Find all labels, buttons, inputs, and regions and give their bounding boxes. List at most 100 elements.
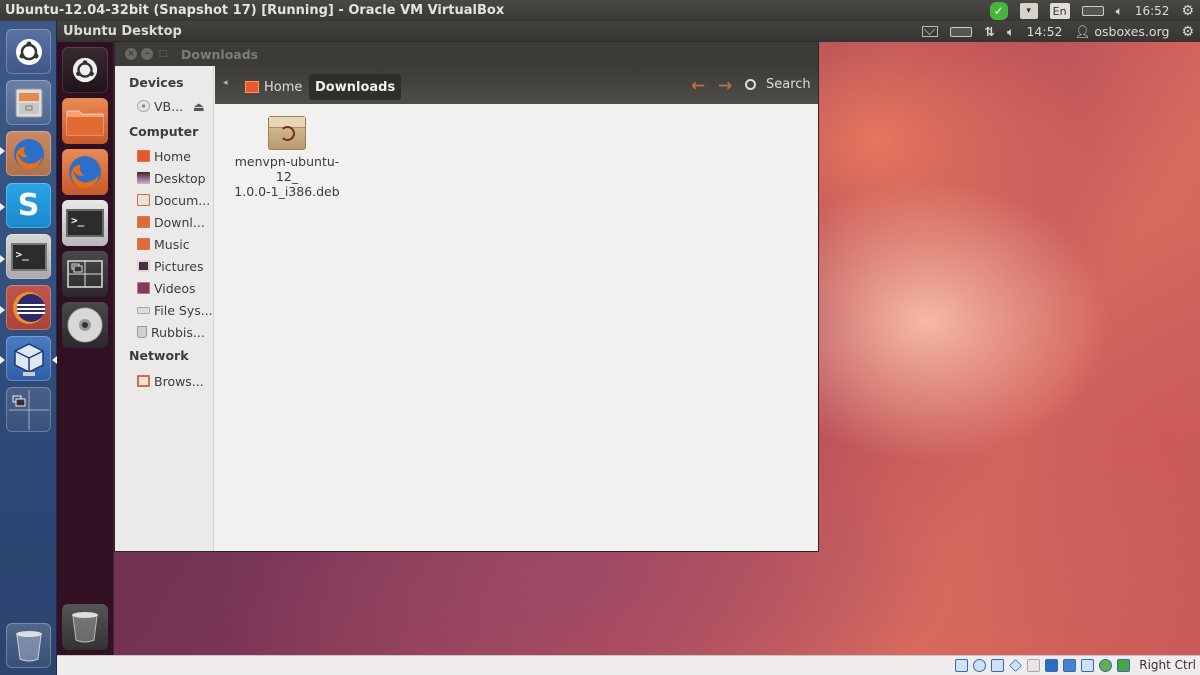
close-button[interactable]: × <box>125 48 137 60</box>
home-folder-icon <box>245 81 259 93</box>
file-item[interactable]: menvpn-ubuntu-12_ 1.0.0-1_i386.deb <box>227 116 347 199</box>
language-indicator[interactable]: En <box>1049 3 1070 19</box>
sidebar-item-browse-network[interactable]: Brows... <box>137 371 213 391</box>
home-folder-icon <box>137 150 150 162</box>
mail-icon[interactable] <box>922 24 939 40</box>
guest-clock[interactable]: 14:52 <box>1026 24 1062 40</box>
places-sidebar: Devices VB... ⏏ Computer Home Desktop Do… <box>115 66 214 551</box>
sidebar-item-label: Desktop <box>154 170 206 186</box>
search-label: Search <box>766 77 811 92</box>
sidebar-item-vbox-cd[interactable]: VB... ⏏ <box>137 96 213 116</box>
sidebar-item-documents[interactable]: Docum... <box>137 190 213 210</box>
sidebar-item-downloads[interactable]: Downl... <box>137 212 213 232</box>
mouse-integration-icon[interactable] <box>1099 658 1113 672</box>
keyboard-indicator-icon[interactable]: ▾ <box>1019 3 1038 19</box>
guest-launcher-workspace-switcher[interactable] <box>62 251 108 297</box>
keyboard-capture-icon[interactable] <box>1117 658 1131 672</box>
maximize-button[interactable]: □ <box>157 48 169 60</box>
host-launcher-trash[interactable] <box>6 623 51 668</box>
search-icon <box>745 79 756 90</box>
ubuntu-logo-icon <box>15 38 42 65</box>
host-launcher-file-manager[interactable] <box>6 80 51 125</box>
volume-icon[interactable]: 🔈︎ <box>1007 24 1015 40</box>
network-icon[interactable] <box>991 658 1005 672</box>
guest-launcher-firefox[interactable] <box>62 149 108 195</box>
guest-top-panel: Ubuntu Desktop ⇅ 🔈︎ 14:52 👤︎ osboxes.org … <box>57 21 1200 42</box>
guest-launcher-cd[interactable] <box>62 302 108 348</box>
sidebar-item-home[interactable]: Home <box>137 146 213 166</box>
documents-folder-icon <box>137 194 150 206</box>
host-window-title: Ubuntu-12.04-32bit (Snapshot 17) [Runnin… <box>5 3 505 18</box>
file-view[interactable]: menvpn-ubuntu-12_ 1.0.0-1_i386.deb <box>215 104 818 551</box>
breadcrumb-downloads[interactable]: Downloads <box>309 74 402 100</box>
guest-launcher-dash-home[interactable] <box>62 47 108 93</box>
terminal-icon: >_ <box>10 242 47 271</box>
sidebar-item-label: File Sys... <box>154 302 213 318</box>
usb-icon[interactable] <box>1009 658 1023 672</box>
minimize-button[interactable]: – <box>141 48 153 60</box>
host-launcher-workspace-switcher[interactable] <box>6 387 51 432</box>
network-updown-icon[interactable]: ⇅ <box>984 24 994 40</box>
sidebar-item-rubbish-bin[interactable]: Rubbis... <box>137 322 213 342</box>
host-launcher-dash-home[interactable] <box>6 29 51 74</box>
sidebar-item-music[interactable]: Music <box>137 234 213 254</box>
skype-online-icon[interactable]: ✓ <box>989 2 1008 20</box>
running-indicator <box>0 306 5 314</box>
breadcrumb-scroll-left[interactable]: ◂ <box>223 78 228 88</box>
cd-icon <box>137 100 150 112</box>
virtualbox-icon <box>13 342 44 376</box>
battery-icon[interactable] <box>1081 6 1104 16</box>
sidebar-item-pictures[interactable]: Pictures <box>137 256 213 276</box>
forward-button[interactable]: → <box>718 76 732 96</box>
host-launcher-firefox[interactable] <box>6 131 51 176</box>
vm-display[interactable]: Ubuntu Desktop ⇅ 🔈︎ 14:52 👤︎ osboxes.org … <box>57 21 1200 655</box>
cpu-icon[interactable] <box>1081 658 1095 672</box>
guest-launcher-files[interactable] <box>62 98 108 144</box>
host-launcher-eclipse[interactable] <box>6 285 51 330</box>
window-title: Downloads <box>181 47 259 62</box>
sidebar-item-videos[interactable]: Videos <box>137 278 213 298</box>
sidebar-item-label: Downl... <box>154 214 205 230</box>
guest-launcher-trash[interactable] <box>62 604 108 650</box>
sidebar-item-label: VB... <box>154 98 184 114</box>
video-capture-icon[interactable] <box>1063 658 1077 672</box>
volume-icon[interactable]: 🔈︎ <box>1116 3 1123 19</box>
battery-icon[interactable] <box>950 26 973 37</box>
back-button[interactable]: ← <box>691 76 705 96</box>
vm-statusbar: Right Ctrl <box>57 655 1200 675</box>
skype-icon: S <box>17 188 40 223</box>
host-launcher-terminal[interactable]: >_ <box>6 234 51 279</box>
host-launcher-virtualbox[interactable] <box>6 336 51 381</box>
sidebar-item-label: Pictures <box>154 258 204 274</box>
host-clock[interactable]: 16:52 <box>1135 3 1170 19</box>
workspace-switcher-icon <box>67 260 103 288</box>
sidebar-item-label: Brows... <box>154 373 204 389</box>
optical-drive-icon[interactable] <box>973 658 987 672</box>
file-name-line: menvpn-ubuntu-12_ <box>234 154 340 184</box>
trash-icon <box>137 326 147 338</box>
display-icon[interactable] <box>1045 658 1059 672</box>
eject-icon[interactable]: ⏏ <box>193 99 205 114</box>
host-launcher-skype[interactable]: S <box>6 183 51 228</box>
sidebar-item-desktop[interactable]: Desktop <box>137 168 213 188</box>
gear-icon[interactable]: ⚙ <box>1181 24 1194 40</box>
sidebar-item-filesystem[interactable]: File Sys... <box>137 300 213 320</box>
guest-launcher-terminal[interactable]: >_ <box>62 200 108 246</box>
trash-icon <box>72 612 98 643</box>
terminal-icon: >_ <box>66 209 104 237</box>
gear-icon[interactable]: ⚙ <box>1181 3 1194 19</box>
sidebar-heading-network: Network <box>129 348 189 363</box>
running-indicator <box>0 203 5 211</box>
search-button[interactable]: Search <box>745 77 811 92</box>
host-key-label: Right Ctrl <box>1139 658 1196 672</box>
trash-icon <box>15 630 42 661</box>
window-titlebar[interactable]: × – □ Downloads <box>115 42 818 66</box>
sidebar-item-label: Home <box>154 148 191 164</box>
ubuntu-logo-icon <box>72 57 98 83</box>
filesystem-icon <box>137 306 150 314</box>
breadcrumb-home[interactable]: Home <box>239 74 308 100</box>
shared-folders-icon[interactable] <box>1027 658 1041 672</box>
firefox-icon <box>69 156 101 188</box>
hard-disk-icon[interactable] <box>955 658 969 672</box>
user-menu[interactable]: 👤︎ osboxes.org <box>1075 24 1170 40</box>
